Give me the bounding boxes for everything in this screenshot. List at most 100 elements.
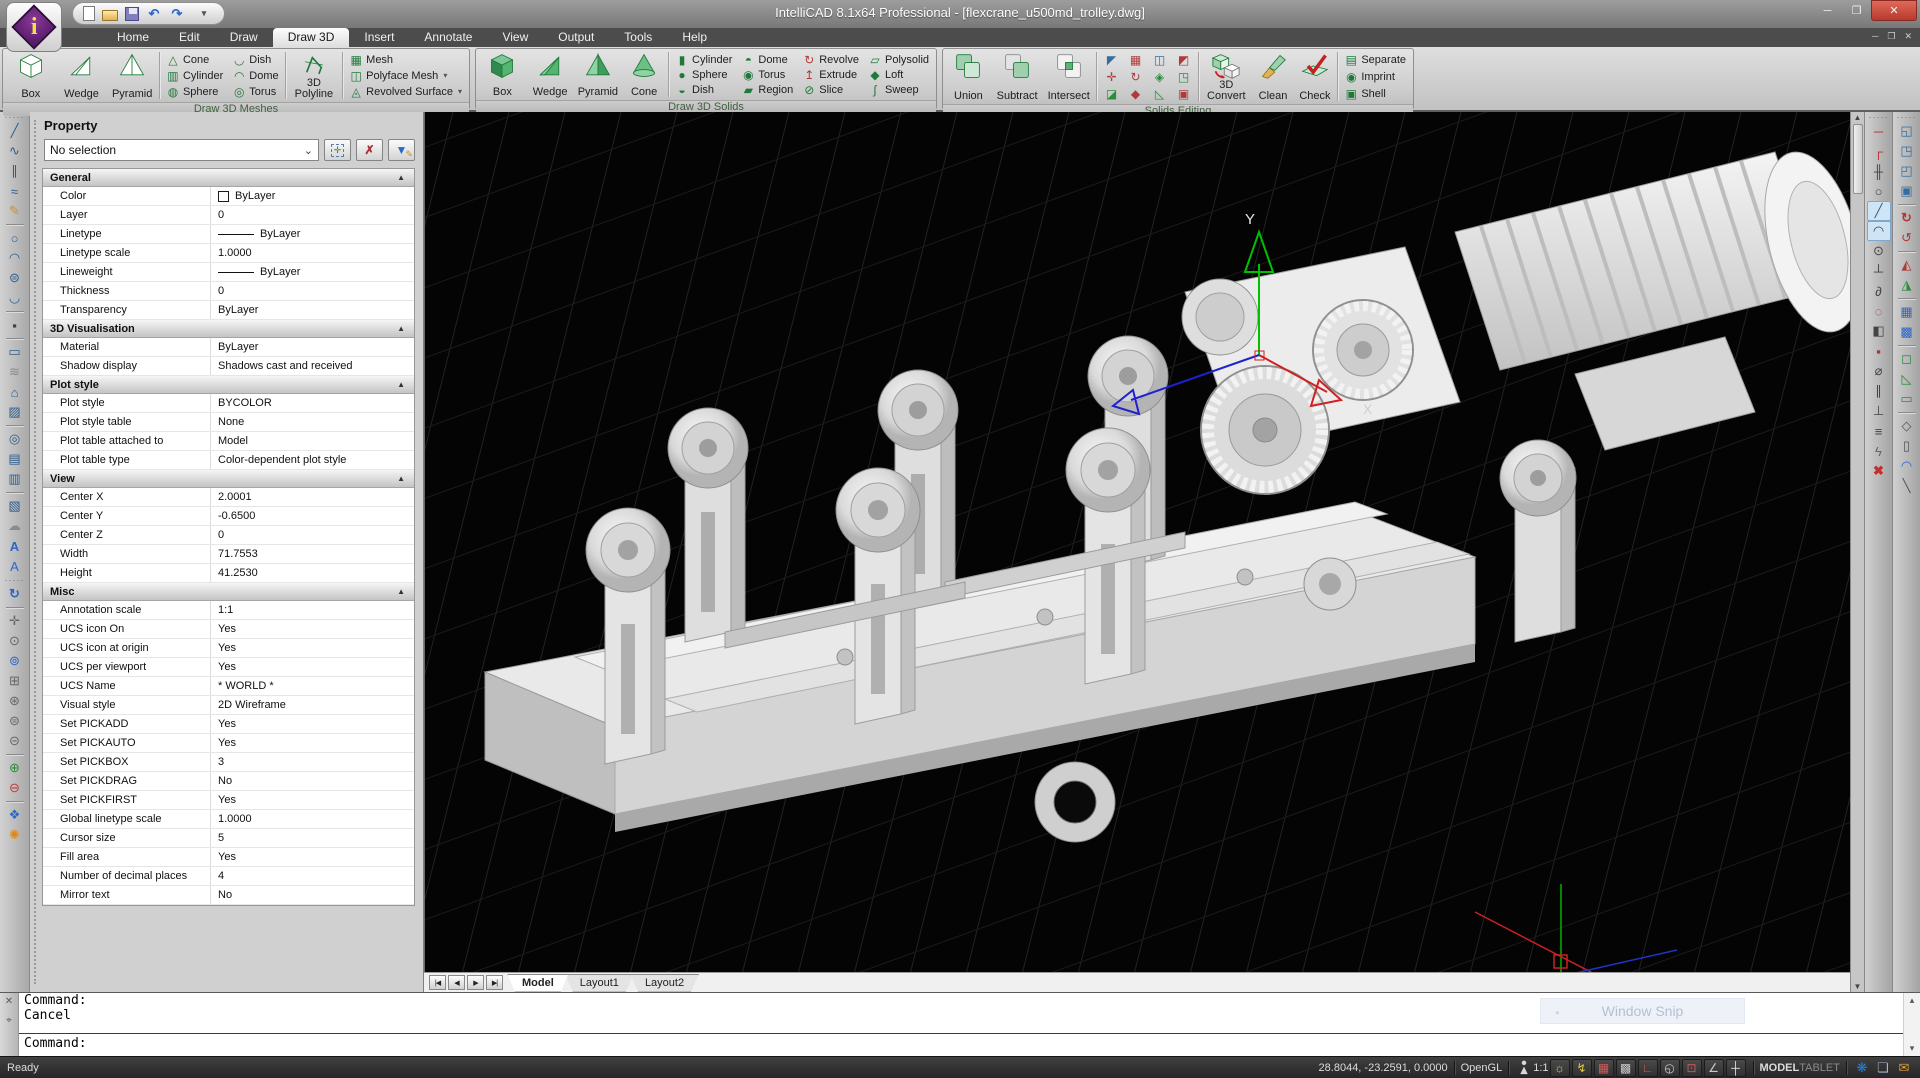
clean-face-icon[interactable]: ▣ xyxy=(1172,86,1195,102)
sheet-prev-button[interactable]: ◀ xyxy=(448,975,465,990)
zoom-previous-tool-icon[interactable]: ⊚ xyxy=(3,651,27,671)
doc-restore-icon[interactable]: ❐ xyxy=(1887,31,1895,42)
tab-edit[interactable]: Edit xyxy=(164,28,215,47)
mesh-button[interactable]: ▦Mesh xyxy=(347,52,464,67)
snap-none-icon[interactable]: ✖ xyxy=(1867,461,1891,481)
command-scroll-up-icon[interactable]: ▴ xyxy=(1910,995,1915,1006)
move-face-icon[interactable]: ◤ xyxy=(1100,52,1123,68)
mesh-cylinder-button[interactable]: ▥Cylinder xyxy=(164,68,225,83)
rotate-3d-tool-icon[interactable]: ↺ xyxy=(1895,228,1919,248)
coordinates-display[interactable]: 28.8044, -23.2591, 0.0000 xyxy=(1319,1062,1448,1074)
extrude-face-icon[interactable]: ◳ xyxy=(1172,69,1195,85)
color-face-icon[interactable]: ◩ xyxy=(1172,52,1195,68)
text-tool-icon[interactable]: A xyxy=(3,536,27,556)
tab-draw[interactable]: Draw xyxy=(215,28,273,47)
annotation-scale-value[interactable]: 1:1 xyxy=(1533,1062,1548,1074)
slice-button[interactable]: ⊘Slice xyxy=(800,82,861,97)
section-general[interactable]: General xyxy=(43,169,414,187)
zoom-dynamic-tool-icon[interactable]: ⊛ xyxy=(3,691,27,711)
undo-icon[interactable]: ↶ xyxy=(146,6,162,22)
prop-visual-style[interactable]: Visual style 2D Wireframe xyxy=(43,696,414,715)
minimize-icon[interactable]: ─ xyxy=(1813,0,1842,21)
ortho-toggle[interactable]: ∟ xyxy=(1638,1059,1658,1077)
callout-tool-icon[interactable]: ▤ xyxy=(3,449,27,469)
solid-sphere-button[interactable]: ●Sphere xyxy=(673,67,734,82)
prop-plot-table-attached[interactable]: Plot table attached to Model xyxy=(43,432,414,451)
prop-transparency[interactable]: Transparency ByLayer xyxy=(43,301,414,320)
array-tool-icon[interactable]: ▦ xyxy=(1895,302,1919,322)
command-scroll-down-icon[interactable]: ▾ xyxy=(1910,1043,1915,1054)
section-plot-style[interactable]: Plot style xyxy=(43,376,414,394)
offset-tool-icon[interactable]: ◰ xyxy=(1895,161,1919,181)
arc-tool-icon[interactable]: ◠ xyxy=(3,248,27,268)
snap-insert-icon[interactable]: ◧ xyxy=(1867,321,1891,341)
shell-button[interactable]: ▣Shell xyxy=(1342,86,1408,101)
zoom-window-tool-icon[interactable]: ⊞ xyxy=(3,671,27,691)
check-button[interactable]: Check xyxy=(1295,50,1334,103)
prop-ucs-name[interactable]: UCS Name * WORLD * xyxy=(43,677,414,696)
polyface-mesh-button[interactable]: ◫Polyface Mesh▾ xyxy=(347,68,464,83)
mail-icon[interactable]: ✉ xyxy=(1895,1060,1913,1076)
mirror-tool-icon[interactable]: ◭ xyxy=(1895,255,1919,275)
scroll-up-icon[interactable]: ▲ xyxy=(1854,113,1862,122)
snap-apparent-intersection-icon[interactable]: ◠ xyxy=(1867,221,1891,241)
array-polar-tool-icon[interactable]: ▩ xyxy=(1895,322,1919,342)
stretch-tool-icon[interactable]: ◺ xyxy=(1895,369,1919,389)
scroll-down-icon[interactable]: ▼ xyxy=(1854,982,1862,991)
section-3d-visualisation[interactable]: 3D Visualisation xyxy=(43,320,414,338)
new-file-icon[interactable] xyxy=(83,6,95,21)
prop-layer[interactable]: Layer 0 xyxy=(43,206,414,225)
align-tool-icon[interactable]: ▯ xyxy=(1895,436,1919,456)
open-file-icon[interactable] xyxy=(102,10,118,21)
prop-center-x[interactable]: Center X 2.0001 xyxy=(43,488,414,507)
polar-toggle[interactable]: ◵ xyxy=(1660,1059,1680,1077)
tab-help[interactable]: Help xyxy=(667,28,722,47)
intellicad-logo[interactable]: i xyxy=(6,2,62,52)
table-tool-icon[interactable]: ▥ xyxy=(3,469,27,489)
tab-model[interactable]: Model xyxy=(507,974,569,992)
prop-linetype-scale[interactable]: Linetype scale 1.0000 xyxy=(43,244,414,263)
prop-linetype[interactable]: Linetype ByLayer xyxy=(43,225,414,244)
clean-button[interactable]: Clean xyxy=(1254,50,1293,103)
snap-node-icon[interactable]: ◌ xyxy=(1867,301,1891,321)
prop-set-pickfirst[interactable]: Set PICKFIRST Yes xyxy=(43,791,414,810)
prop-shadow-display[interactable]: Shadow display Shadows cast and received xyxy=(43,357,414,376)
3d-convert-button[interactable]: 3D Convert xyxy=(1202,50,1251,103)
command-input[interactable]: Command: xyxy=(19,1034,1903,1056)
tab-output[interactable]: Output xyxy=(543,28,609,47)
mesh-cone-button[interactable]: △Cone xyxy=(164,52,225,67)
delete-face-icon[interactable]: ▦ xyxy=(1124,52,1147,68)
quick-select-button[interactable]: ✛ xyxy=(324,139,351,161)
zoom-realtime-tool-icon[interactable]: ⊙ xyxy=(3,631,27,651)
snap-point-icon[interactable]: ▪ xyxy=(1867,341,1891,361)
snap-intersection-icon[interactable]: ╫ xyxy=(1867,161,1891,181)
prop-ucs-icon-on[interactable]: UCS icon On Yes xyxy=(43,620,414,639)
zoom-out-tool-icon[interactable]: ⊖ xyxy=(3,778,27,798)
prop-plot-style-table[interactable]: Plot style table None xyxy=(43,413,414,432)
line-tool-icon[interactable]: ╱ xyxy=(3,121,27,141)
offset-face-icon[interactable]: ✛ xyxy=(1100,69,1123,85)
doc-minimize-icon[interactable]: ─ xyxy=(1872,31,1878,42)
command-close-icon[interactable]: ✕ xyxy=(5,996,13,1007)
prop-plot-style[interactable]: Plot style BYCOLOR xyxy=(43,394,414,413)
revolved-surface-button[interactable]: ◬Revolved Surface▾ xyxy=(347,84,464,99)
crosshair-toggle[interactable]: ┼ xyxy=(1726,1059,1746,1077)
point-tool-icon[interactable]: ▪ xyxy=(3,315,27,335)
tab-annotate[interactable]: Annotate xyxy=(409,28,487,47)
mirror-3d-tool-icon[interactable]: ◮ xyxy=(1895,275,1919,295)
zoom-in-tool-icon[interactable]: ⊕ xyxy=(3,758,27,778)
sheet-next-button[interactable]: ▶ xyxy=(467,975,484,990)
polyline-tool-icon[interactable]: ∿ xyxy=(3,141,27,161)
dropdown-arrow-icon[interactable]: ▾ xyxy=(458,87,462,96)
boundary-tool-icon[interactable]: ▣ xyxy=(1895,181,1919,201)
solid-pyramid-button[interactable]: Pyramid xyxy=(576,50,621,99)
polygon-tool-icon[interactable]: ⌂ xyxy=(3,382,27,402)
snap-toggle[interactable]: ▦ xyxy=(1594,1059,1614,1077)
snap-mid2points-icon[interactable]: ≡ xyxy=(1867,421,1891,441)
solid-dish-button[interactable]: ◒Dish xyxy=(673,82,734,97)
select-entities-button[interactable]: ✗ xyxy=(356,139,383,161)
mtext-tool-icon[interactable]: A xyxy=(3,556,27,576)
rotate-face-icon[interactable]: ↻ xyxy=(1124,69,1147,85)
snap-quadrant-icon[interactable]: ○ xyxy=(1867,181,1891,201)
tab-draw-3d[interactable]: Draw 3D xyxy=(273,28,350,47)
